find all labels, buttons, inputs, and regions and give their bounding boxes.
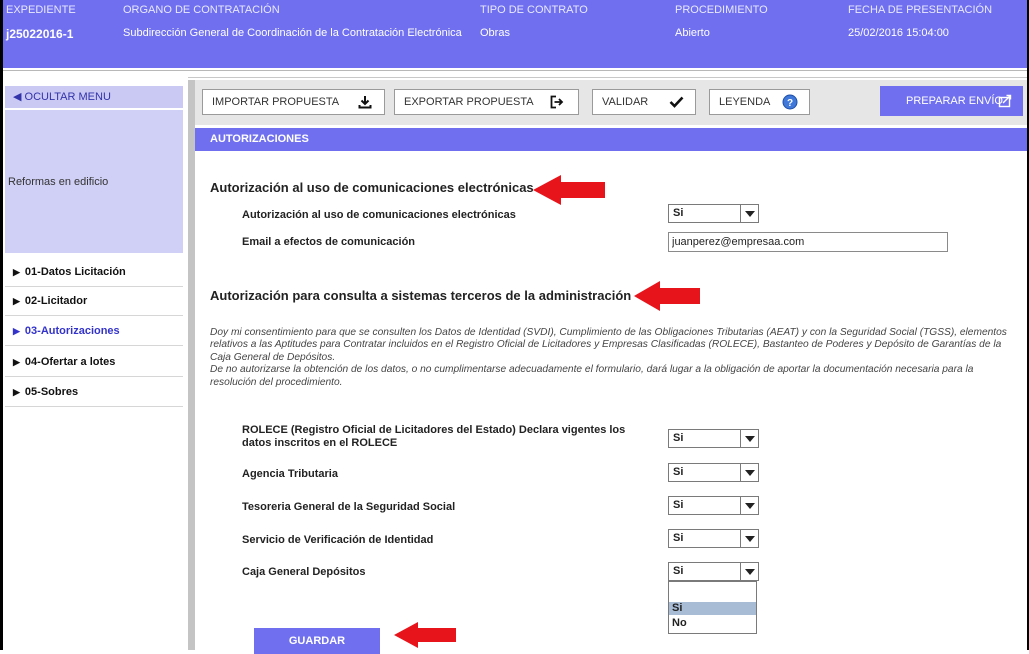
check-icon xyxy=(669,90,684,117)
sidebar-item-label: 01-Datos Licitación xyxy=(24,266,126,278)
caret-right-icon: ▶ xyxy=(13,267,20,277)
highlight-arrow-icon xyxy=(634,281,700,311)
sidebar-item-datos-licitacion[interactable]: ▶ 01-Datos Licitación xyxy=(5,257,183,287)
consent-text: Doy mi consentimiento para que se consul… xyxy=(210,327,1022,389)
hide-menu-button[interactable]: ◀ OCULTAR MENU xyxy=(5,86,183,108)
sidebar-item-label: 04-Ofertar a lotes xyxy=(24,356,116,368)
prepare-send-button[interactable]: PREPARAR ENVÍO xyxy=(880,86,1023,116)
sidebar-item-label: 05-Sobres xyxy=(24,386,79,398)
tesoreria-value: Si xyxy=(673,499,684,511)
verificacion-identidad-label: Servicio de Verificación de Identidad xyxy=(242,534,434,546)
caret-right-icon: ▶ xyxy=(13,357,20,367)
rolece-value: Si xyxy=(673,432,684,444)
validate-button[interactable]: VALIDAR xyxy=(592,89,696,115)
chevron-down-icon xyxy=(740,464,758,481)
sidebar-item-sobres[interactable]: ▶ 05-Sobres xyxy=(5,377,183,407)
legend-button[interactable]: LEYENDA ? xyxy=(709,89,810,115)
header-label-expediente: EXPEDIENTE xyxy=(6,4,76,16)
agencia-tributaria-select[interactable]: Si xyxy=(668,463,759,482)
sidebar-item-ofertar-lotes[interactable]: ▶ 04-Ofertar a lotes xyxy=(5,347,183,377)
project-panel: Reformas en edificio xyxy=(5,110,183,253)
section-title: AUTORIZACIONES xyxy=(195,128,1027,151)
validate-button-label: VALIDAR xyxy=(602,96,649,108)
chevron-down-icon xyxy=(740,430,758,447)
content-gutter xyxy=(188,80,195,650)
header-label-fecha: FECHA DE PRESENTACIÓN xyxy=(848,4,993,16)
header-label-procedimiento: PROCEDIMIENTO xyxy=(675,4,768,16)
verificacion-identidad-value: Si xyxy=(673,532,684,544)
header-label-tipo: TIPO DE CONTRATO xyxy=(480,4,588,16)
header-value-organo: Subdirección General de Coordinación de … xyxy=(123,27,462,39)
legend-button-label: LEYENDA xyxy=(719,96,771,108)
header-label-organo: ORGANO DE CONTRATACIÓN xyxy=(123,4,280,16)
import-button-label: IMPORTAR PROPUESTA xyxy=(212,96,340,108)
email-label: Email a efectos de comunicación xyxy=(242,236,416,248)
header-value-fecha: 25/02/2016 15:04:00 xyxy=(848,27,949,39)
auth-electronic-select[interactable]: Si xyxy=(668,204,759,223)
heading-electronic-communications: Autorización al uso de comunicaciones el… xyxy=(210,180,534,195)
header-value-procedimiento: Abierto xyxy=(675,27,710,39)
save-button[interactable]: GUARDAR xyxy=(254,628,380,654)
header-rule xyxy=(3,70,1027,71)
export-button-label: EXPORTAR PROPUESTA xyxy=(404,96,534,108)
caja-depositos-value: Si xyxy=(673,565,684,577)
email-field[interactable] xyxy=(668,232,948,252)
dropdown-option-no[interactable]: No xyxy=(669,617,756,630)
tesoreria-label: Tesoreria General de la Seguridad Social xyxy=(242,501,456,513)
consent-paragraph: De no autorizarse la obtención de los da… xyxy=(210,364,974,388)
expediente-header: EXPEDIENTE j25022016-1 ORGANO DE CONTRAT… xyxy=(3,0,1027,68)
send-icon xyxy=(998,86,1012,120)
caja-depositos-label: Caja General Depósitos xyxy=(242,566,366,578)
export-icon xyxy=(550,90,564,117)
highlight-arrow-icon xyxy=(394,622,456,648)
agencia-tributaria-label: Agencia Tributaria xyxy=(242,468,338,480)
heading-third-party-systems: Autorización para consulta a sistemas te… xyxy=(210,288,632,303)
tesoreria-select[interactable]: Si xyxy=(668,496,759,515)
download-icon xyxy=(358,90,372,117)
dropdown-option-si[interactable]: Si xyxy=(669,602,756,615)
agencia-tributaria-value: Si xyxy=(673,466,684,478)
sidebar-item-licitador[interactable]: ▶ 02-Licitador xyxy=(5,286,183,316)
sidebar-item-label: 02-Licitador xyxy=(24,295,88,307)
rolece-select[interactable]: Si xyxy=(668,429,759,448)
svg-text:?: ? xyxy=(787,98,793,109)
sidebar-item-autorizaciones[interactable]: ▶ 03-Autorizaciones xyxy=(5,316,183,346)
caret-right-icon: ▶ xyxy=(13,326,20,336)
toolbar: IMPORTAR PROPUESTA EXPORTAR PROPUESTA VA… xyxy=(195,80,1027,125)
chevron-down-icon xyxy=(740,205,758,222)
caja-depositos-select[interactable]: Si xyxy=(668,562,759,581)
highlight-arrow-icon xyxy=(533,175,605,205)
sidebar-item-label: 03-Autorizaciones xyxy=(24,325,120,337)
caja-depositos-dropdown-list: Si No xyxy=(668,581,757,634)
chevron-down-icon xyxy=(740,563,758,580)
verificacion-identidad-select[interactable]: Si xyxy=(668,529,759,548)
chevron-down-icon xyxy=(740,530,758,547)
project-name: Reformas en edificio xyxy=(8,176,109,188)
prepare-button-label: PREPARAR ENVÍO xyxy=(906,95,1003,107)
dropdown-option-empty[interactable] xyxy=(669,584,756,597)
consent-paragraph: Doy mi consentimiento para que se consul… xyxy=(210,327,1007,363)
help-icon: ? xyxy=(782,90,798,118)
auth-electronic-label: Autorización al uso de comunicaciones el… xyxy=(242,209,516,221)
chevron-down-icon xyxy=(740,497,758,514)
header-value-expediente: j25022016-1 xyxy=(6,27,74,41)
caret-right-icon: ▶ xyxy=(13,296,20,306)
rolece-label: ROLECE (Registro Oficial de Licitadores … xyxy=(242,424,626,449)
export-proposal-button[interactable]: EXPORTAR PROPUESTA xyxy=(394,89,579,115)
header-rule-secondary xyxy=(188,77,1027,78)
header-value-tipo: Obras xyxy=(480,27,510,39)
caret-right-icon: ▶ xyxy=(13,387,20,397)
auth-electronic-value: Si xyxy=(673,207,684,219)
import-proposal-button[interactable]: IMPORTAR PROPUESTA xyxy=(202,89,385,115)
